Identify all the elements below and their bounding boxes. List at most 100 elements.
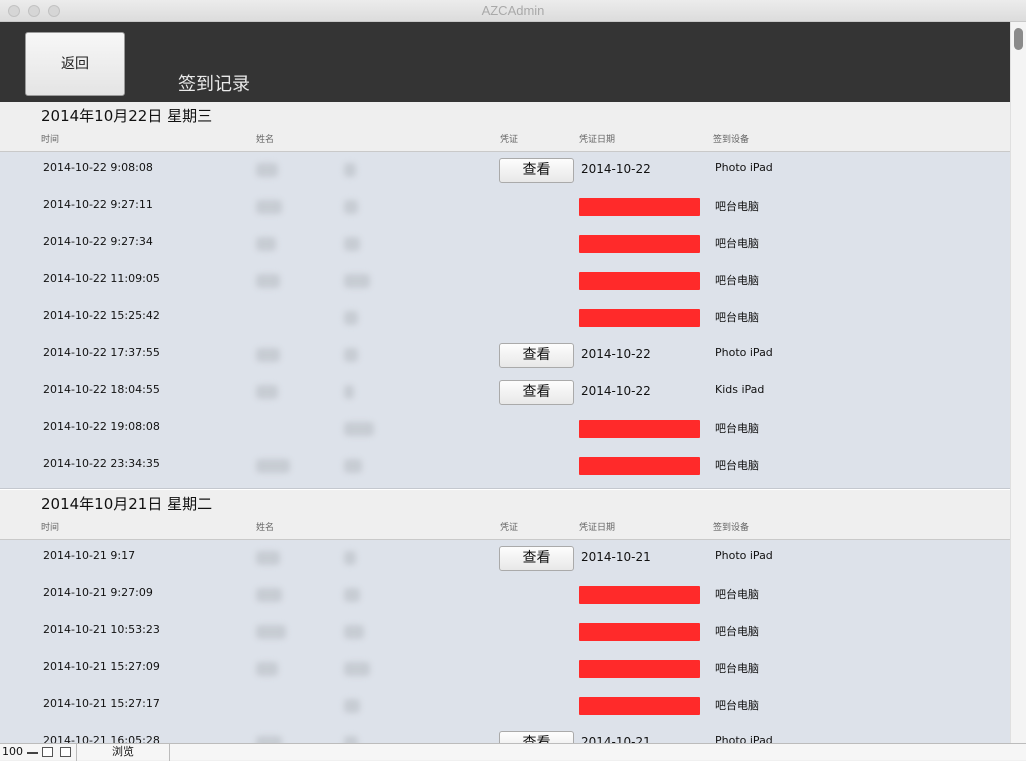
record-time: 2014-10-21 16:05:28 (43, 734, 160, 743)
record-time: 2014-10-21 9:17 (43, 549, 136, 562)
record-time: 2014-10-22 15:25:42 (43, 309, 160, 322)
record-time: 2014-10-22 17:37:55 (43, 346, 160, 359)
column-header-device: 签到设备 (713, 135, 750, 145)
view-voucher-button[interactable]: 查看 (499, 158, 574, 183)
voucher-date: 2014-10-22 (581, 162, 651, 176)
record-row[interactable]: 2014-10-22 15:25:42 吧台电脑 (0, 301, 1010, 338)
record-time: 2014-10-21 15:27:09 (43, 660, 160, 673)
name-redacted (256, 237, 276, 251)
voucher-date-redacted (579, 235, 700, 253)
record-row[interactable]: 2014-10-22 17:37:55 查看 2014-10-22 Photo iPa… (0, 338, 1010, 375)
checkin-device: 吧台电脑 (715, 588, 759, 601)
voucher-date-redacted (579, 586, 700, 604)
record-row[interactable]: 2014-10-22 19:08:08 吧台电脑 (0, 412, 1010, 449)
checkin-device: Kids iPad (715, 383, 765, 396)
name-redacted (256, 274, 280, 288)
record-row[interactable]: 2014-10-22 23:34:35 吧台电脑 (0, 449, 1010, 486)
layout-toggle-icon[interactable] (60, 747, 71, 757)
checkin-device: 吧台电脑 (715, 311, 759, 324)
name-redacted (344, 459, 362, 473)
column-header-voucher: 凭证 (500, 523, 519, 533)
checkin-device: 吧台电脑 (715, 274, 759, 287)
checkin-device: Photo iPad (715, 346, 773, 359)
voucher-date: 2014-10-22 (581, 347, 651, 361)
record-row[interactable]: 2014-10-22 18:04:55 查看 2014-10-22 Kids iPad (0, 375, 1010, 412)
section-date-title: 2014年10月21日 星期二 (41, 495, 213, 513)
name-redacted (256, 588, 282, 602)
view-mode[interactable]: 浏览 (76, 744, 170, 761)
record-row[interactable]: 2014-10-21 10:53:23 吧台电脑 (0, 615, 1010, 652)
record-time: 2014-10-22 11:09:05 (43, 272, 160, 285)
name-redacted (344, 200, 358, 214)
record-time: 2014-10-22 23:34:35 (43, 457, 160, 470)
name-redacted (344, 274, 370, 288)
column-header-name: 姓名 (256, 523, 275, 533)
checkin-device: 吧台电脑 (715, 625, 759, 638)
name-redacted (344, 662, 370, 676)
name-redacted (344, 588, 360, 602)
name-redacted (344, 311, 358, 325)
column-header-voucher-date: 凭证日期 (579, 523, 616, 533)
record-time: 2014-10-21 9:27:09 (43, 586, 153, 599)
column-header-voucher: 凭证 (500, 135, 519, 145)
voucher-date-redacted (579, 697, 700, 715)
view-voucher-button[interactable]: 查看 (499, 731, 574, 743)
column-header-device: 签到设备 (713, 523, 750, 533)
view-voucher-button[interactable]: 查看 (499, 380, 574, 405)
checkin-device: Photo iPad (715, 161, 773, 174)
app-window: AZCAdmin 返回 签到记录 2014年10月22日 星期三 时间 姓名 凭证 凭证… (0, 0, 1026, 761)
name-redacted (256, 625, 286, 639)
record-row[interactable]: 2014-10-22 9:27:34 吧台电脑 (0, 227, 1010, 264)
voucher-date-redacted (579, 660, 700, 678)
voucher-date-redacted (579, 272, 700, 290)
window-title: AZCAdmin (481, 3, 545, 18)
record-row[interactable]: 2014-10-21 15:27:09 吧台电脑 (0, 652, 1010, 689)
record-row[interactable]: 2014-10-21 9:27:09 吧台电脑 (0, 578, 1010, 615)
voucher-date-redacted (579, 623, 700, 641)
record-time: 2014-10-22 9:08:08 (43, 161, 153, 174)
checkin-device: 吧台电脑 (715, 662, 759, 675)
name-redacted (344, 385, 354, 399)
name-redacted (256, 385, 278, 399)
checkin-device: 吧台电脑 (715, 699, 759, 712)
record-time: 2014-10-22 19:08:08 (43, 420, 160, 433)
record-row[interactable]: 2014-10-21 9:17 查看 2014-10-21 Photo iPad (0, 541, 1010, 578)
zoom-level[interactable]: 100 (2, 745, 23, 758)
checkin-device: Photo iPad (715, 549, 773, 562)
name-redacted (344, 237, 360, 251)
content-area: 返回 签到记录 2014年10月22日 星期三 时间 姓名 凭证 凭证日期 签到设备 201… (0, 22, 1010, 743)
record-row[interactable]: 2014-10-22 9:27:11 吧台电脑 (0, 190, 1010, 227)
record-list: 2014-10-22 9:08:08 查看 2014-10-22 Photo iPad… (0, 152, 1010, 489)
scrollbar-thumb[interactable] (1014, 28, 1023, 50)
voucher-date-redacted (579, 198, 700, 216)
zoom-out-icon[interactable] (27, 752, 38, 754)
vertical-scrollbar[interactable] (1010, 22, 1026, 743)
section-header: 2014年10月21日 星期二 时间 姓名 凭证 凭证日期 签到设备 (0, 490, 1010, 540)
checkin-device: Photo iPad (715, 734, 773, 743)
name-redacted (344, 625, 364, 639)
record-time: 2014-10-22 9:27:34 (43, 235, 153, 248)
title-bar: AZCAdmin (0, 0, 1026, 22)
view-voucher-button[interactable]: 查看 (499, 343, 574, 368)
zoom-in-icon[interactable] (42, 747, 53, 757)
page-title: 签到记录 (178, 74, 250, 95)
name-redacted (256, 551, 280, 565)
record-time: 2014-10-22 9:27:11 (43, 198, 153, 211)
checkin-device: 吧台电脑 (715, 237, 759, 250)
record-row[interactable]: 2014-10-22 11:09:05 吧台电脑 (0, 264, 1010, 301)
section-date-title: 2014年10月22日 星期三 (41, 107, 213, 125)
voucher-date-redacted (579, 309, 700, 327)
voucher-date: 2014-10-21 (581, 550, 651, 564)
view-voucher-button[interactable]: 查看 (499, 546, 574, 571)
back-button[interactable]: 返回 (25, 32, 125, 96)
section-header: 2014年10月22日 星期三 时间 姓名 凭证 凭证日期 签到设备 (0, 102, 1010, 152)
page-header: 返回 签到记录 (0, 22, 1010, 102)
name-redacted (256, 348, 280, 362)
column-header-time: 时间 (41, 135, 60, 145)
name-redacted (344, 348, 358, 362)
record-time: 2014-10-21 10:53:23 (43, 623, 160, 636)
record-row[interactable]: 2014-10-21 15:27:17 吧台电脑 (0, 689, 1010, 726)
record-row[interactable]: 2014-10-22 9:08:08 查看 2014-10-22 Photo iPad (0, 153, 1010, 190)
record-row[interactable]: 2014-10-21 16:05:28 查看 2014-10-21 Photo iPa… (0, 726, 1010, 743)
status-bar: 100 浏览 (0, 743, 1026, 761)
